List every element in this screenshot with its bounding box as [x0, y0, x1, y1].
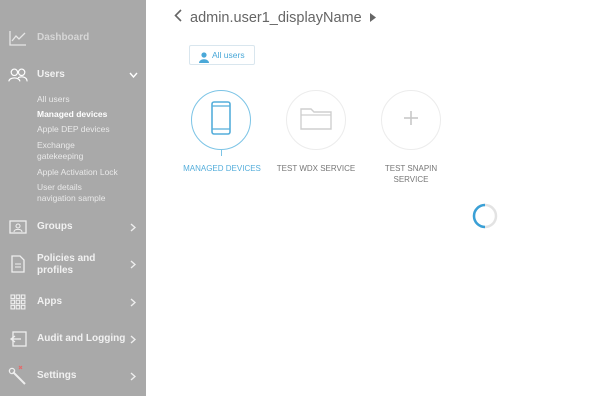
user-icon	[199, 50, 209, 63]
sidebar-subitem-exchange-gatekeeping[interactable]: Exchange gatekeeping	[37, 140, 83, 162]
sidebar-item-label-line: Policies and	[37, 253, 96, 264]
service-label-test-wdx: TEST WDX SERVICE	[276, 164, 356, 173]
active-indicator	[221, 150, 222, 156]
sidebar-item-users[interactable]: Users	[0, 60, 146, 90]
sidebar: Dashboard Users All users Managed device…	[0, 0, 146, 396]
title-menu-button[interactable]	[368, 12, 378, 24]
service-managed-devices[interactable]	[191, 90, 251, 150]
sidebar-item-label: Groups	[37, 221, 73, 232]
sidebar-subitem-label: gatekeeping	[37, 151, 84, 161]
plus-icon	[403, 110, 419, 131]
service-test-snapin[interactable]	[381, 90, 441, 150]
sidebar-subitem-user-details-navigation-sample[interactable]: User details navigation sample	[37, 182, 106, 204]
sidebar-item-label-line: profiles	[37, 265, 74, 276]
chevron-left-icon	[174, 9, 182, 27]
service-label-managed-devices: MANAGED DEVICES	[183, 164, 261, 173]
chevron-right-icon	[128, 334, 138, 344]
sidebar-item-label: Apps	[37, 296, 62, 307]
sidebar-item-audit-and-logging[interactable]: Audit and Logging	[0, 324, 146, 354]
all-users-label: All users	[212, 50, 245, 60]
audit-icon	[8, 329, 28, 349]
sidebar-item-label: Policies and profiles	[37, 253, 95, 277]
chevron-right-icon	[128, 297, 138, 307]
wrench-icon	[8, 365, 28, 386]
loading-spinner	[471, 202, 499, 230]
back-button[interactable]	[171, 9, 185, 27]
sidebar-subitem-label: Exchange	[37, 140, 75, 150]
sidebar-item-policies-and-profiles[interactable]: Policies and profiles	[0, 249, 146, 279]
service-label-line: SERVICE	[393, 175, 429, 184]
page-title: admin.user1_displayName	[190, 10, 362, 26]
sidebar-subitem-label: navigation sample	[37, 193, 106, 203]
document-icon	[8, 254, 28, 274]
sidebar-item-label: Users	[37, 69, 65, 80]
sidebar-subitem-label: User details	[37, 182, 82, 192]
caret-right-icon	[370, 9, 376, 27]
sidebar-subitem-all-users[interactable]: All users	[37, 94, 70, 105]
chevron-right-icon	[128, 259, 138, 269]
chevron-right-icon	[128, 371, 138, 381]
chevron-right-icon	[128, 222, 138, 232]
sidebar-item-label: Dashboard	[37, 32, 90, 43]
sidebar-item-apps[interactable]: Apps	[0, 287, 146, 317]
all-users-button[interactable]: All users	[189, 45, 255, 65]
service-test-wdx[interactable]	[286, 90, 346, 150]
groups-icon	[8, 217, 28, 237]
service-label-line: TEST SNAPIN	[384, 164, 438, 173]
folder-icon	[300, 106, 332, 135]
sidebar-item-settings[interactable]: Settings	[0, 361, 146, 391]
sidebar-item-groups[interactable]: Groups	[0, 212, 146, 242]
service-label-test-snapin: TEST SNAPIN SERVICE	[366, 163, 456, 185]
sidebar-item-dashboard[interactable]: Dashboard	[0, 23, 146, 53]
sidebar-item-label: Settings	[37, 370, 77, 381]
sidebar-item-label: Audit and Logging	[37, 333, 126, 344]
users-icon	[8, 65, 28, 85]
sidebar-subitem-apple-activation-lock[interactable]: Apple Activation Lock	[37, 167, 118, 178]
chart-line-icon	[8, 28, 28, 48]
sidebar-subitem-apple-dep-devices[interactable]: Apple DEP devices	[37, 124, 110, 135]
sidebar-subitem-managed-devices[interactable]: Managed devices	[37, 109, 107, 120]
phone-icon	[211, 100, 231, 140]
chevron-down-icon	[128, 70, 138, 80]
apps-grid-icon	[8, 292, 28, 312]
